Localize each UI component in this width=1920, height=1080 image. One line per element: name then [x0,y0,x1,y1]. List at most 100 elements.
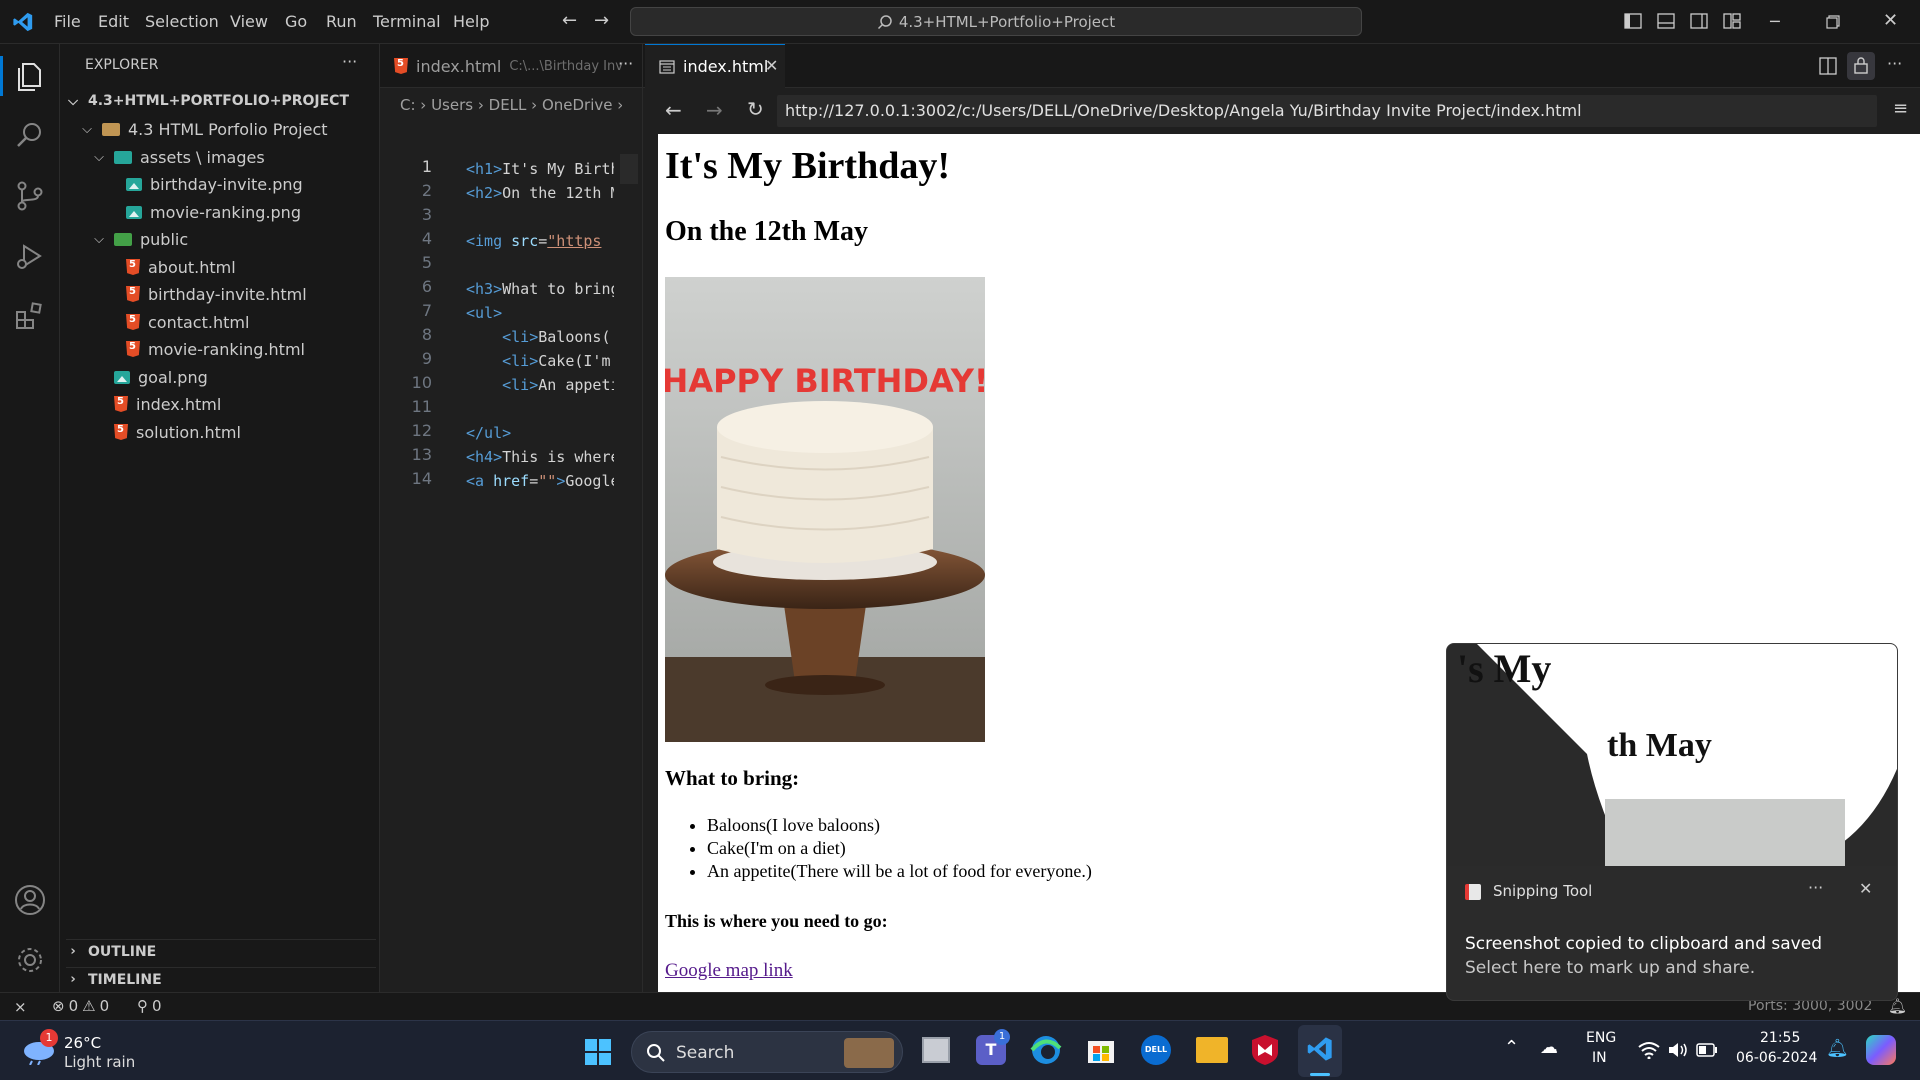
microsoft-store-icon[interactable] [1086,1035,1116,1065]
clock-time[interactable]: 21:55 [1760,1030,1800,1046]
breadcrumb-item[interactable]: Users [431,96,473,114]
accounts-icon[interactable] [12,882,48,918]
browser-tab[interactable]: index.html ✕ [645,44,785,88]
lock-icon [1854,57,1868,74]
editor-tab-index[interactable]: index.html C:\...\Birthday Inv [394,44,624,88]
weather-widget[interactable]: 1 26°C Light rain [22,1029,182,1073]
menu-run[interactable]: Run [326,12,357,31]
explorer-icon[interactable] [12,58,48,94]
tree-file[interactable]: birthday-invite.png [126,172,303,196]
google-map-link[interactable]: Google map link [665,960,793,982]
outline-section[interactable]: › OUTLINE [66,939,376,963]
close-notification-icon[interactable]: ✕ [1859,879,1872,898]
tree-folder-public[interactable]: ⌵ public [92,227,188,251]
close-icon[interactable]: ✕ [1883,10,1898,31]
menu-go[interactable]: Go [285,12,307,31]
ports-indicator[interactable]: ⚲ 0 [137,997,162,1015]
toggle-sidebar-icon[interactable] [1624,13,1642,29]
hamburger-menu-icon[interactable]: ≡ [1893,98,1908,119]
menu-terminal[interactable]: Terminal [373,12,441,31]
folder-icon [102,122,120,136]
vscode-taskbar-button[interactable] [1298,1025,1342,1077]
onedrive-icon[interactable]: ☁ [1540,1037,1558,1058]
close-tab-icon[interactable]: ✕ [765,56,778,75]
restore-icon[interactable] [1826,15,1840,29]
task-view-icon[interactable] [922,1037,950,1063]
explorer-title: EXPLORER [85,57,159,73]
menu-file[interactable]: File [54,12,81,31]
notification-bell-icon[interactable]: 🔔︎ [1826,1038,1849,1059]
tree-file[interactable]: goal.png [114,365,208,389]
more-actions-icon[interactable]: ··· [342,52,357,71]
wifi-icon[interactable] [1638,1041,1660,1059]
cake-illustration: HAPPY BIRTHDAY! [665,277,985,742]
menu-selection[interactable]: Selection [145,12,219,31]
clock-date[interactable]: 06-06-2024 [1736,1050,1817,1066]
tree-folder-project[interactable]: ⌵ 4.3 HTML Porfolio Project [80,117,328,141]
volume-icon[interactable] [1667,1041,1689,1059]
mcafee-icon[interactable] [1250,1034,1280,1066]
code-line: <h1>It's My Birthday! [466,160,614,178]
problems-indicator[interactable]: ⊗ 0 ⚠ 0 [52,997,109,1015]
breadcrumb-item[interactable]: C: [400,96,416,114]
copilot-icon[interactable] [1866,1035,1896,1065]
toggle-panel-icon[interactable] [1657,13,1675,29]
tree-folder-assets[interactable]: ⌵ assets \ images [92,145,265,169]
workspace-root[interactable]: ⌵ 4.3+HTML+PORTFOLIO+PROJECT [66,89,349,113]
minimize-icon[interactable]: ─ [1770,12,1780,31]
taskbar-search-box[interactable]: Search [631,1031,903,1073]
back-arrow-icon[interactable]: ← [665,98,682,122]
timeline-label: TIMELINE [88,971,162,988]
menu-edit[interactable]: Edit [98,12,129,31]
html-file-icon [114,424,128,440]
reload-icon[interactable]: ↻ [747,97,764,121]
source-control-icon[interactable] [12,178,48,214]
customize-layout-icon[interactable] [1723,13,1741,29]
show-hidden-icons-icon[interactable]: ⌃ [1504,1037,1519,1058]
tree-file[interactable]: birthday-invite.html [126,282,307,306]
menu-view[interactable]: View [230,12,268,31]
breadcrumb-item[interactable]: OneDrive [542,96,613,114]
tree-file[interactable]: contact.html [126,310,249,334]
timeline-section[interactable]: › TIMELINE [66,967,376,991]
remote-icon[interactable]: ⨯ [14,998,27,1016]
language-indicator[interactable]: ENG [1586,1030,1616,1046]
page-h2: On the 12th May [665,216,868,247]
tree-item-label: 4.3 HTML Porfolio Project [128,119,328,139]
tree-file[interactable]: solution.html [114,420,241,444]
edge-browser-icon[interactable] [1030,1034,1062,1066]
settings-gear-icon[interactable] [12,942,48,978]
tree-file[interactable]: index.html [114,392,221,416]
code-line: <h3>What to bring: [466,280,614,298]
more-options-icon[interactable]: ··· [1808,878,1823,897]
back-arrow-icon[interactable]: ← [562,10,577,31]
more-actions-icon[interactable]: ··· [618,54,633,73]
menu-help[interactable]: Help [453,12,489,31]
toggle-secondary-sidebar-icon[interactable] [1690,13,1708,29]
split-editor-icon[interactable] [1819,57,1837,75]
snipping-tool-notification[interactable]: 's My th May Snipping Tool ··· ✕ Screens… [1446,643,1898,1001]
more-actions-icon[interactable]: ··· [1887,54,1902,73]
windows-start-icon[interactable] [584,1038,612,1066]
code-line: <ul> [466,304,503,322]
dell-icon[interactable]: DELL [1141,1035,1171,1065]
tree-file[interactable]: movie-ranking.html [126,337,305,361]
battery-icon[interactable] [1696,1043,1718,1057]
file-explorer-icon[interactable] [1196,1037,1228,1063]
extensions-icon[interactable] [12,298,48,334]
run-debug-icon[interactable] [12,238,48,274]
minimap[interactable] [620,154,638,184]
tree-file[interactable]: about.html [126,255,236,279]
chevron-right-icon: › [70,972,76,987]
line-number: 9 [421,349,432,368]
search-icon[interactable] [12,118,48,154]
forward-arrow-icon[interactable]: → [594,10,609,31]
command-center[interactable]: 4.3+HTML+Portfolio+Project [630,7,1362,36]
lock-group-button[interactable] [1847,52,1875,80]
forward-arrow-icon[interactable]: → [706,98,723,122]
code-area[interactable]: 1 2 3 4 5 6 7 8 9 10 11 12 13 14 <h1>It'… [380,157,642,497]
search-highlight-image [844,1038,894,1068]
tree-file[interactable]: movie-ranking.png [126,200,301,224]
breadcrumb-item[interactable]: DELL [489,96,527,114]
url-bar[interactable]: http://127.0.0.1:3002/c:/Users/DELL/OneD… [777,95,1877,127]
